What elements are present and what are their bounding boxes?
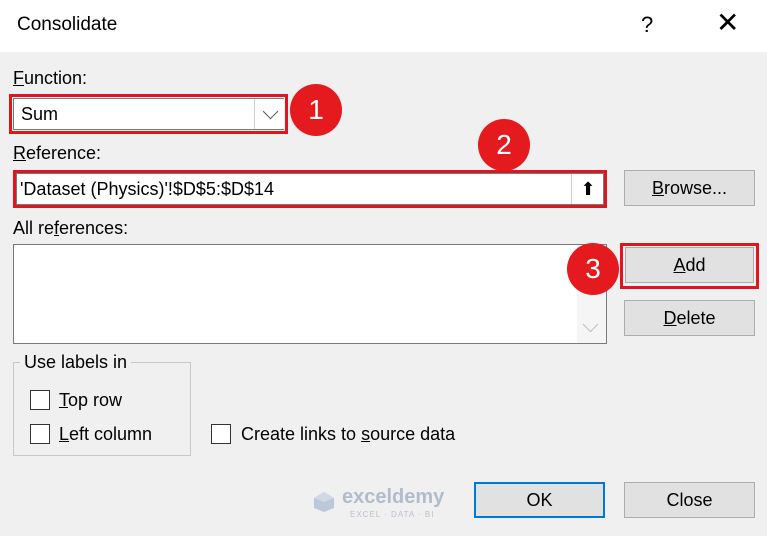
close-icon[interactable]: ✕ bbox=[716, 8, 739, 38]
step-marker-3: 3 bbox=[567, 243, 619, 295]
dialog-title: Consolidate bbox=[17, 14, 118, 35]
function-dropdown[interactable]: Sum bbox=[13, 98, 285, 130]
all-references-list[interactable] bbox=[13, 244, 607, 344]
create-links-checkbox[interactable] bbox=[211, 424, 231, 444]
chevron-down-icon[interactable] bbox=[254, 99, 285, 129]
function-selected-value: Sum bbox=[21, 104, 59, 124]
browse-button[interactable]: Browse... bbox=[624, 170, 755, 206]
watermark-tagline: EXCEL · DATA · BI bbox=[350, 510, 435, 519]
watermark-name: exceldemy bbox=[342, 486, 445, 508]
collapse-dialog-icon[interactable]: ⬆ bbox=[571, 174, 604, 204]
delete-button[interactable]: Delete bbox=[624, 300, 755, 336]
function-label: Function: bbox=[13, 68, 88, 88]
reference-value: 'Dataset (Physics)'!$D$5:$D$14 bbox=[20, 179, 274, 199]
left-column-checkbox[interactable] bbox=[30, 424, 50, 444]
ok-button[interactable]: OK bbox=[474, 482, 605, 518]
exceldemy-watermark: exceldemy EXCEL · DATA · BI bbox=[312, 486, 462, 522]
close-button[interactable]: Close bbox=[624, 482, 755, 518]
reference-input[interactable]: 'Dataset (Physics)'!$D$5:$D$14 ⬆ bbox=[16, 173, 604, 205]
use-labels-legend: Use labels in bbox=[20, 352, 132, 373]
create-links-label[interactable]: Create links to source data bbox=[241, 424, 455, 445]
step-marker-1: 1 bbox=[290, 84, 342, 136]
all-references-label: All references: bbox=[13, 218, 129, 238]
top-row-label[interactable]: Top row bbox=[59, 390, 122, 411]
exceldemy-logo-icon bbox=[314, 492, 334, 512]
scroll-down-icon[interactable] bbox=[582, 316, 599, 333]
step-marker-2: 2 bbox=[478, 119, 530, 171]
top-row-checkbox[interactable] bbox=[30, 390, 50, 410]
add-button[interactable]: Add bbox=[625, 247, 754, 283]
reference-label: Reference: bbox=[13, 143, 102, 163]
left-column-label[interactable]: Left column bbox=[59, 424, 152, 445]
help-button[interactable]: ? bbox=[641, 12, 653, 38]
